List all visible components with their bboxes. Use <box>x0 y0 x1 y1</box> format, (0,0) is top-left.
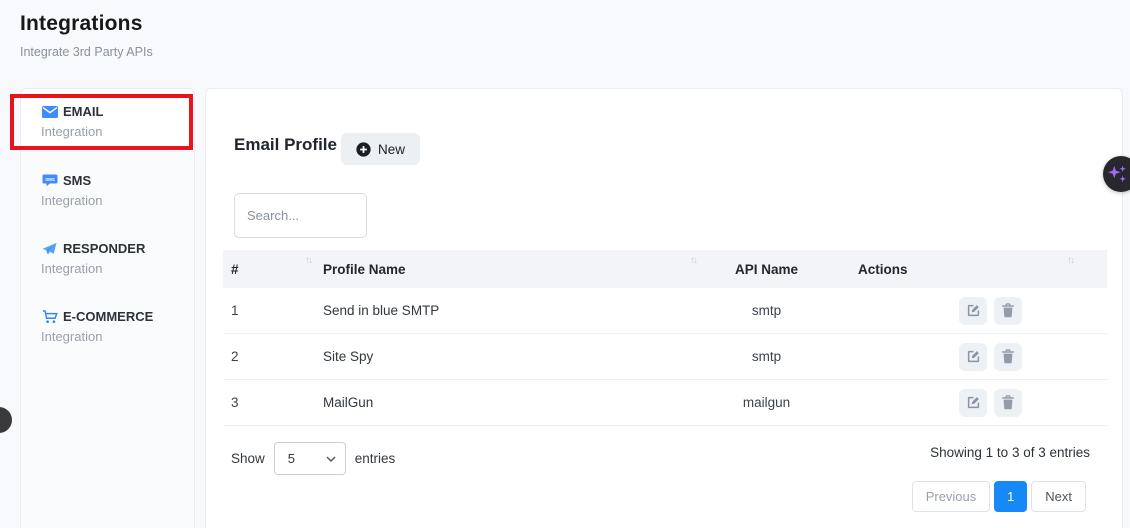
api-name-cell: smtp <box>702 349 831 364</box>
sort-icon: ↑↓ <box>305 255 311 266</box>
email-profiles-table: # ↑↓ Profile Name ↑↓ API Name Actions ↑↓… <box>223 250 1107 426</box>
actions-cell <box>831 389 1107 417</box>
sidebar-item-sms[interactable]: SMS SMS Integration <box>21 161 194 220</box>
trash-icon <box>1001 349 1015 364</box>
delete-button[interactable] <box>994 343 1022 371</box>
sidebar-item-sublabel: Integration <box>41 193 174 208</box>
paper-plane-icon <box>41 242 58 256</box>
profile-name-cell: Site Spy <box>313 349 702 364</box>
row-number: 1 <box>223 303 313 318</box>
actions-cell <box>831 297 1107 325</box>
show-label: Show <box>231 451 265 466</box>
column-header-number[interactable]: # ↑↓ <box>223 250 313 288</box>
row-number: 2 <box>223 349 313 364</box>
next-page-button[interactable]: Next <box>1031 481 1086 512</box>
edit-button[interactable] <box>959 297 987 325</box>
email-profile-card: Email Profile New # ↑↓ Profile Name ↑↓ A… <box>205 88 1123 528</box>
page-size-control: Show 5 entries <box>231 442 395 475</box>
table-row: 2 Site Spy smtp <box>223 334 1107 380</box>
page-subtitle: Integrate 3rd Party APIs <box>20 45 153 59</box>
profile-name-cell: Send in blue SMTP <box>313 303 702 318</box>
current-page-button[interactable]: 1 <box>994 481 1027 512</box>
sidebar-item-sublabel: Integration <box>41 261 174 276</box>
entries-label: entries <box>355 451 396 466</box>
page-size-select[interactable]: 5 <box>274 442 346 475</box>
column-header-actions[interactable]: Actions ↑↓ <box>831 250 1107 288</box>
search-input[interactable] <box>234 193 367 238</box>
page-size-value: 5 <box>288 451 295 466</box>
table-header-row: # ↑↓ Profile Name ↑↓ API Name Actions ↑↓ <box>223 250 1107 288</box>
actions-cell <box>831 343 1107 371</box>
integrations-sidebar: EMAIL Integration SMS SMS Integration RE… <box>20 88 195 528</box>
edit-icon <box>966 303 981 318</box>
entries-summary: Showing 1 to 3 of 3 entries <box>930 445 1090 460</box>
sparkles-icon <box>1106 163 1128 185</box>
new-button[interactable]: New <box>341 133 420 165</box>
sidebar-item-ecommerce[interactable]: E-COMMERCE Integration <box>21 297 194 356</box>
delete-button[interactable] <box>994 297 1022 325</box>
column-header-profile-name[interactable]: Profile Name ↑↓ <box>313 250 702 288</box>
sort-icon: ↑↓ <box>690 255 696 266</box>
sidebar-item-sublabel: Integration <box>41 329 174 344</box>
svg-text:SMS: SMS <box>45 176 55 181</box>
api-name-cell: mailgun <box>702 395 831 410</box>
sidebar-item-sublabel: Integration <box>41 124 174 139</box>
sidebar-item-label: E-COMMERCE <box>63 309 153 324</box>
shopping-cart-icon <box>41 310 58 324</box>
edit-button[interactable] <box>959 389 987 417</box>
delete-button[interactable] <box>994 389 1022 417</box>
pagination: Previous 1 Next <box>912 481 1086 512</box>
table-row: 3 MailGun mailgun <box>223 380 1107 426</box>
column-header-api-name[interactable]: API Name <box>702 250 831 288</box>
page-header: Integrations Integrate 3rd Party APIs <box>20 12 153 59</box>
profile-name-cell: MailGun <box>313 395 702 410</box>
side-panel-handle[interactable] <box>0 407 12 433</box>
edit-icon <box>966 349 981 364</box>
sms-bubble-icon: SMS <box>41 174 58 188</box>
new-button-label: New <box>378 142 405 157</box>
sort-icon: ↑↓ <box>1067 255 1073 266</box>
edit-icon <box>966 395 981 410</box>
sidebar-item-label: SMS <box>63 173 91 188</box>
page-title: Integrations <box>20 12 153 36</box>
sidebar-item-responder[interactable]: RESPONDER Integration <box>21 229 194 288</box>
trash-icon <box>1001 395 1015 410</box>
sidebar-item-label: RESPONDER <box>63 241 145 256</box>
section-title: Email Profile <box>234 135 337 155</box>
row-number: 3 <box>223 395 313 410</box>
envelope-icon <box>41 106 58 118</box>
chevron-down-icon <box>326 456 336 462</box>
api-name-cell: smtp <box>702 303 831 318</box>
edit-button[interactable] <box>959 343 987 371</box>
sidebar-item-label: EMAIL <box>63 104 103 119</box>
plus-circle-icon <box>356 142 371 157</box>
sidebar-item-email[interactable]: EMAIL Integration <box>21 89 194 152</box>
integrations-page: Integrations Integrate 3rd Party APIs EM… <box>0 0 1130 528</box>
trash-icon <box>1001 303 1015 318</box>
previous-page-button[interactable]: Previous <box>912 481 991 512</box>
table-row: 1 Send in blue SMTP smtp <box>223 288 1107 334</box>
